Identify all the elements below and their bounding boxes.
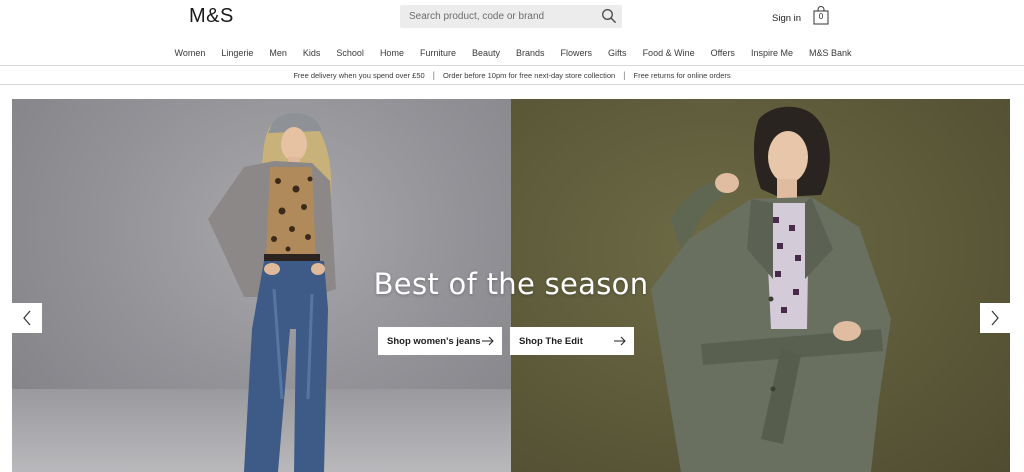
promo-strip: Free delivery when you spend over £50 | Or… (0, 66, 1024, 84)
carousel-prev-button[interactable] (12, 303, 42, 333)
chevron-left-icon (23, 310, 31, 326)
search-icon[interactable] (601, 8, 617, 24)
hero-title: Best of the season (373, 267, 649, 301)
nav-item-offers[interactable]: Offers (703, 44, 743, 64)
nav-item-m-s-bank[interactable]: M&S Bank (801, 44, 860, 64)
nav-item-lingerie[interactable]: Lingerie (213, 44, 261, 64)
main-nav: Women Lingerie Men Kids School Home Furniture B… (0, 44, 1024, 64)
nav-item-furniture[interactable]: Furniture (412, 44, 464, 64)
promo-item[interactable]: Free delivery when you spend over £50 (285, 71, 432, 80)
nav-item-inspire-me[interactable]: Inspire Me (743, 44, 801, 64)
shop-the-edit-button[interactable]: Shop The Edit (510, 327, 634, 355)
nav-item-home[interactable]: Home (372, 44, 412, 64)
promo-item[interactable]: Free returns for online orders (626, 71, 739, 80)
chevron-right-icon (991, 310, 999, 326)
bag-count: 0 (818, 12, 824, 21)
arrow-right-icon (482, 336, 494, 346)
nav-list: Women Lingerie Men Kids School Home Furniture B… (164, 44, 859, 64)
hero-banner[interactable]: Best of the season Shop women's jeans Sh… (12, 99, 1010, 472)
nav-item-women[interactable]: Women (166, 44, 213, 64)
top-bar: M&S Sign in 0 (0, 0, 1024, 38)
nav-item-food-wine[interactable]: Food & Wine (635, 44, 703, 64)
shopping-bag-button[interactable]: 0 (812, 6, 830, 25)
promo-item[interactable]: Order before 10pm for free next-day stor… (435, 71, 623, 80)
nav-item-flowers[interactable]: Flowers (553, 44, 601, 64)
nav-item-gifts[interactable]: Gifts (600, 44, 635, 64)
search-bar (400, 5, 622, 28)
nav-item-men[interactable]: Men (261, 44, 295, 64)
nav-item-kids[interactable]: Kids (295, 44, 329, 64)
nav-item-school[interactable]: School (328, 44, 372, 64)
cta-label: Shop The Edit (519, 335, 583, 347)
sign-in-link[interactable]: Sign in (772, 13, 801, 24)
arrow-right-icon (614, 336, 626, 346)
page: M&S Sign in 0 WomenLingerieMenKidsSchool… (0, 0, 1024, 472)
cta-label: Shop women's jeans (387, 335, 481, 347)
carousel-next-button[interactable] (980, 303, 1010, 333)
ms-logo[interactable]: M&S (189, 5, 234, 28)
search-input[interactable] (400, 5, 590, 28)
divider (0, 84, 1024, 85)
shop-womens-jeans-button[interactable]: Shop women's jeans (378, 327, 502, 355)
nav-item-beauty[interactable]: Beauty (464, 44, 508, 64)
nav-item-brands[interactable]: Brands (508, 44, 553, 64)
